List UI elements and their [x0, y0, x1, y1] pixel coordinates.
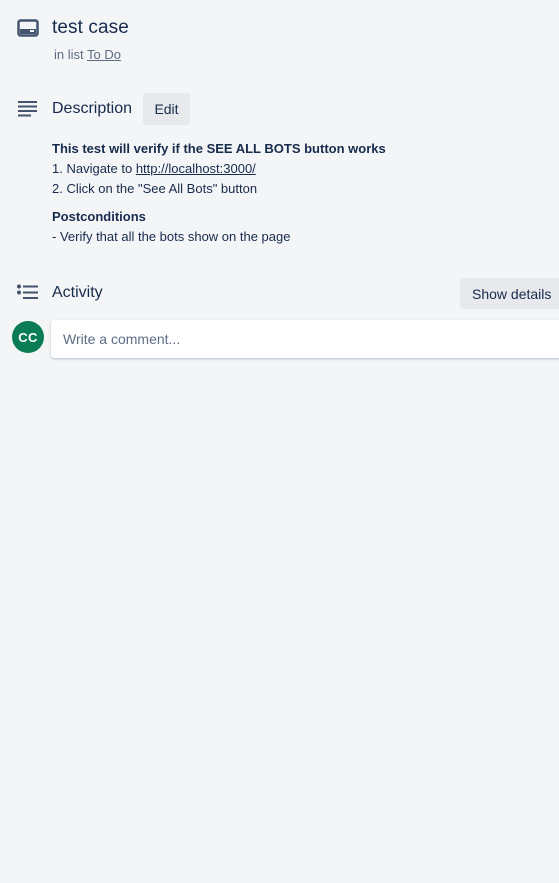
- description-body[interactable]: This test will verify if the SEE ALL BOT…: [52, 139, 386, 247]
- show-details-button[interactable]: Show details: [460, 278, 559, 309]
- card-icon: [17, 19, 39, 37]
- card-title[interactable]: test case: [52, 17, 129, 39]
- description-line: 1. Navigate to http://localhost:3000/: [52, 159, 386, 179]
- in-list-prefix: in list: [54, 47, 84, 62]
- postconditions-line: - Verify that all the bots show on the p…: [52, 229, 291, 244]
- list-link[interactable]: To Do: [87, 47, 121, 62]
- avatar[interactable]: CC: [12, 321, 44, 353]
- description-line: This test will verify if the SEE ALL BOT…: [52, 141, 386, 156]
- card-detail-panel: test case in list To Do Description Edit…: [0, 0, 559, 883]
- in-list-text: in list To Do: [54, 47, 121, 62]
- description-heading: Description: [52, 100, 133, 117]
- localhost-link[interactable]: http://localhost:3000/: [136, 161, 256, 176]
- description-icon: [18, 101, 38, 117]
- comment-input[interactable]: [51, 320, 559, 358]
- activity-heading: Activity: [52, 284, 103, 301]
- activity-icon: [17, 284, 39, 302]
- postconditions-heading: Postconditions: [52, 209, 146, 224]
- description-line-prefix: 1. Navigate to: [52, 161, 136, 176]
- edit-description-button[interactable]: Edit: [143, 93, 190, 125]
- description-line: 2. Click on the "See All Bots" button: [52, 181, 258, 196]
